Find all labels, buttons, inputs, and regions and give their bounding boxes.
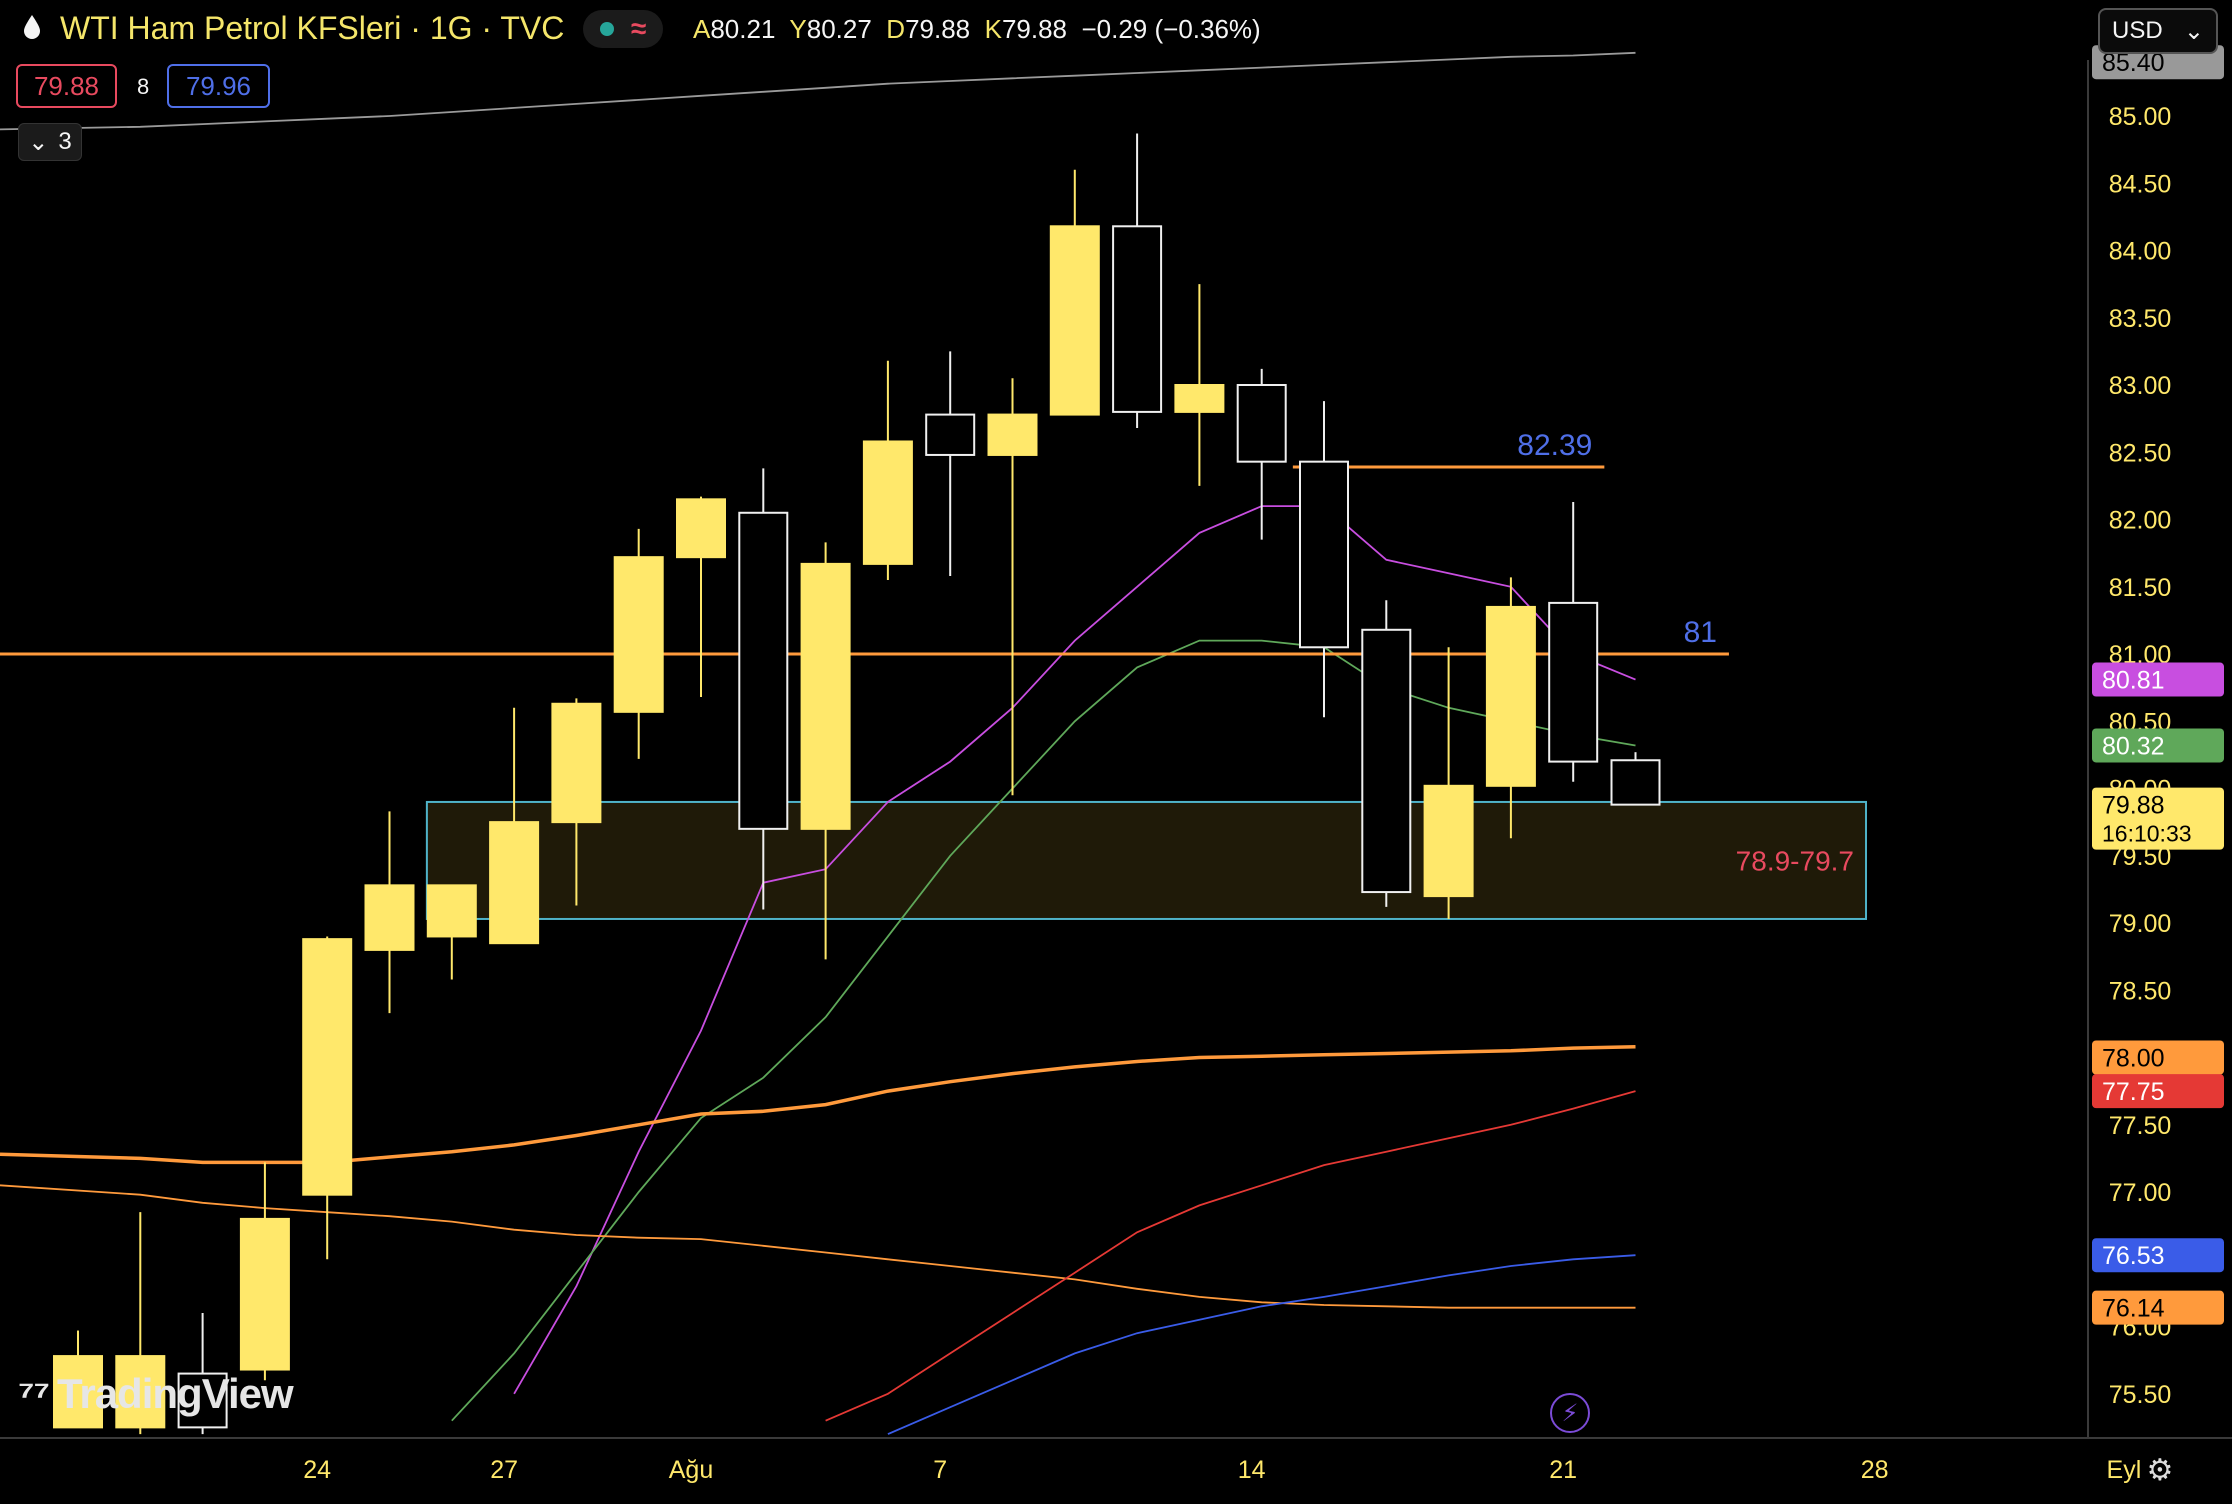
support-zone-label: 78.9-79.7 [1736, 845, 1854, 876]
price-badge-text: 79.88 [2102, 792, 2165, 820]
candle-body [1548, 601, 1599, 763]
y-tick-label: 81.50 [2109, 574, 2172, 602]
tradingview-logo: ⁷⁷ TradingView [18, 1370, 294, 1418]
logo-text: TradingView [57, 1370, 294, 1417]
y-tick-label: 79.00 [2109, 910, 2172, 938]
open-key: A [693, 14, 711, 44]
high-key: Y [789, 14, 807, 44]
candle-body [1049, 225, 1100, 416]
symbol-title[interactable]: WTI Ham Petrol KFSleri · 1G · TVC [60, 10, 564, 47]
candle-body [1236, 384, 1287, 463]
change-value: −0.29 (−0.36%) [1081, 14, 1261, 44]
y-tick-label: 77.00 [2109, 1179, 2172, 1207]
candle-body [426, 884, 477, 938]
price-badge-text: 76.53 [2102, 1242, 2165, 1270]
open-value: 80.21 [710, 14, 776, 44]
y-tick-label: 83.00 [2109, 372, 2172, 400]
candle-body [1174, 384, 1225, 413]
price-badge-text: 80.32 [2102, 732, 2165, 760]
candle-body [302, 938, 353, 1196]
high-value: 80.27 [806, 14, 872, 44]
price-badge-text: 76.14 [2102, 1295, 2165, 1323]
spread-value: 8 [137, 74, 150, 99]
candle-body [800, 562, 851, 830]
price-badge: 76.53 [2092, 1238, 2224, 1273]
candle-body [1485, 605, 1536, 787]
series-line-ema_purple [513, 505, 1636, 1395]
candle-body [1361, 628, 1412, 894]
candle-body [1423, 784, 1474, 898]
price-badge-text: 78.00 [2102, 1045, 2165, 1073]
currency-select[interactable]: USD ⌄ [2098, 8, 2218, 54]
price-badge-text: 77.75 [2102, 1078, 2165, 1106]
x-tick-label: Ağu [669, 1456, 713, 1484]
y-tick-label: 84.00 [2109, 238, 2172, 266]
x-tick-label: 28 [1861, 1456, 1889, 1484]
candle-body [551, 702, 602, 824]
candle-body [489, 821, 540, 945]
price-badge: 76.14 [2092, 1290, 2224, 1325]
x-tick-label: 27 [490, 1456, 518, 1484]
close-key: K [984, 14, 1002, 44]
market-status-pill[interactable]: ≈ [583, 10, 663, 48]
close-value: 79.88 [1001, 14, 1068, 44]
candle-body [987, 413, 1038, 456]
x-tick-label: 7 [933, 1456, 947, 1484]
candle-body [1299, 460, 1349, 649]
y-tick-label: 84.50 [2109, 170, 2172, 198]
chevron-down-icon: ⌄ [2183, 17, 2204, 45]
candle-body [676, 498, 726, 559]
price-badge: 78.00 [2092, 1040, 2224, 1075]
x-tick-label: 21 [1549, 1456, 1577, 1484]
tradingview-mark-icon: ⁷⁷ [18, 1373, 50, 1417]
x-tick-label: 14 [1238, 1456, 1266, 1484]
price-chart[interactable]: 78.9-79.7 81 82.39 85.00 84.50 84.00 83.50 83.0… [0, 0, 2232, 1504]
y-tick-label: 83.50 [2109, 305, 2172, 333]
candle-body [364, 884, 415, 951]
lightning-icon[interactable]: ⚡ [1550, 1393, 1590, 1433]
price-badge: 80.81 [2092, 662, 2224, 697]
low-value: 79.88 [905, 14, 971, 44]
x-tick-label: Eyl [2107, 1456, 2142, 1484]
currency-value: USD [2112, 17, 2163, 44]
candle-body [239, 1217, 290, 1371]
level-label-0: 81 [1684, 616, 1717, 649]
series-line-ema_green [451, 639, 1636, 1422]
support-zone [425, 800, 1868, 920]
series-line-ma_red [825, 1090, 1636, 1422]
candle-body [738, 511, 789, 830]
price-badge: 77.75 [2092, 1074, 2224, 1109]
y-tick-label: 78.50 [2109, 977, 2172, 1005]
indicators-toggle-button[interactable]: ⌄ 3 [18, 123, 82, 161]
countdown-text: 16:10:33 [2102, 821, 2192, 847]
candle-body [1112, 225, 1163, 413]
chevron-down-icon: ⌄ [28, 128, 49, 156]
wave-icon: ≈ [630, 13, 647, 44]
price-badge: 80.32 [2092, 728, 2224, 763]
y-tick-label: 82.50 [2109, 439, 2172, 467]
y-tick-label: 82.00 [2109, 507, 2172, 535]
ohlc-readout: A80.21 Y80.27 D79.88 K79.88 −0.29 (−0.36… [693, 14, 1261, 45]
price-badge: 79.8816:10:33 [2092, 787, 2224, 850]
y-tick-label: 75.50 [2109, 1381, 2172, 1409]
plot-area: 78.9-79.7 81 82.39 85.00 84.50 84.00 83.50 83.0… [0, 45, 2232, 1484]
market-open-dot-icon [599, 22, 614, 36]
candle-body [1610, 759, 1661, 806]
low-key: D [886, 14, 906, 44]
series-line-ma_orange [0, 1044, 1636, 1165]
settings-gear-icon[interactable]: ⚙ [2140, 1450, 2180, 1490]
y-tick-label: 77.50 [2109, 1112, 2172, 1140]
sell-price-button[interactable]: 79.88 [16, 64, 117, 108]
candle-body [925, 413, 976, 456]
candle-body [613, 556, 664, 713]
price-badge-text: 80.81 [2102, 667, 2165, 695]
oil-drop-icon [24, 15, 40, 39]
series-line-ma_blue [887, 1254, 1636, 1435]
candle-body [862, 440, 913, 565]
indicators-count: 3 [58, 128, 72, 155]
y-tick-label: 85.00 [2109, 103, 2172, 131]
buy-price-button[interactable]: 79.96 [167, 64, 270, 108]
level-label-1: 82.39 [1517, 429, 1592, 462]
x-tick-label: 24 [303, 1456, 331, 1484]
